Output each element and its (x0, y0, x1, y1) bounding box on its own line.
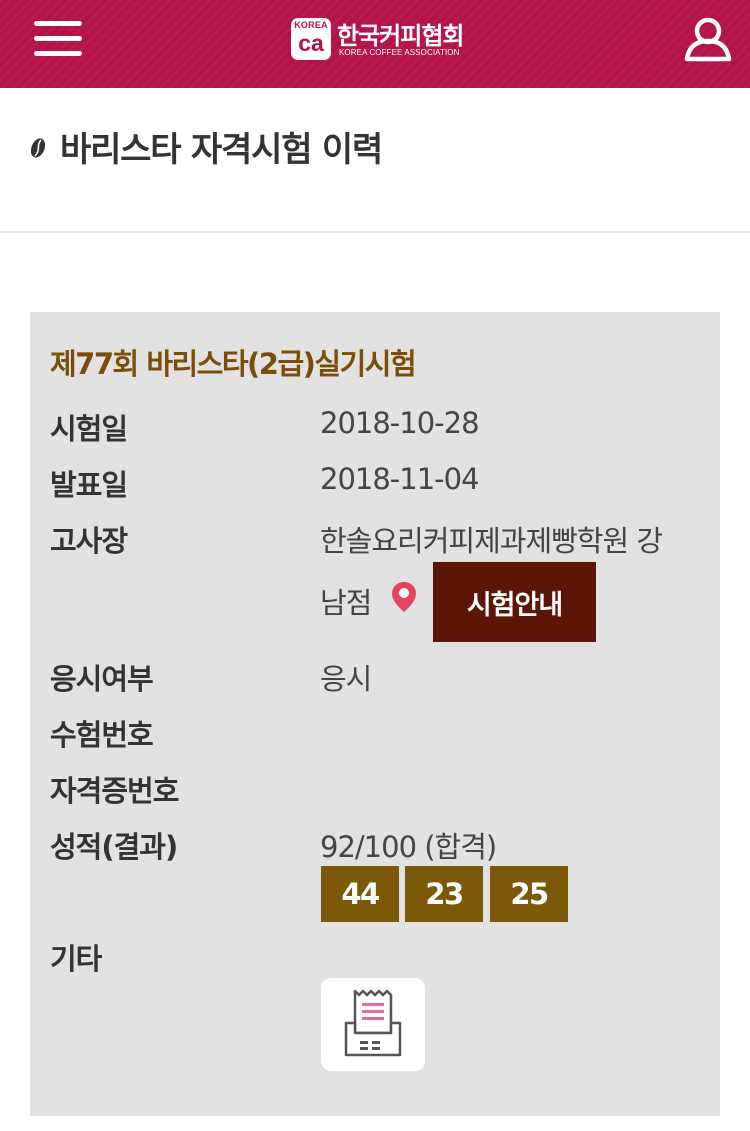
menu-line (34, 51, 82, 56)
page-title: 바리스타 자격시험 이력 (60, 130, 383, 170)
score-box-1: 44 (321, 866, 399, 922)
menu-line (34, 21, 82, 26)
announce-date-label: 발표일 (50, 468, 128, 502)
exam-guide-button[interactable]: 시험안내 (433, 562, 596, 642)
top-navigation-bar: KOREA ca 한국커피협회 KOREA COFFEE ASSOCIATION (0, 0, 750, 88)
exam-number-label: 수험번호 (50, 718, 154, 752)
result-value: 92/100 (합격) (320, 830, 497, 864)
logo-mark: KOREA ca (291, 18, 331, 60)
exam-history-card: 제77회 바리스타(2급)실기시험 시험일 2018-10-28 발표일 201… (30, 312, 720, 1116)
hamburger-menu-icon[interactable] (34, 21, 82, 57)
logo-mark-top-text: KOREA (294, 20, 328, 30)
venue-value-line1: 한솔요리커피제과제빵학원 강 (320, 524, 663, 558)
score-box-2: 23 (405, 866, 483, 922)
exam-date-label: 시험일 (50, 412, 128, 446)
etc-label: 기타 (50, 942, 102, 976)
logo-mark-main-text: ca (298, 30, 324, 56)
receipt-print-button[interactable] (321, 978, 425, 1071)
result-label: 성적(결과) (50, 830, 178, 864)
attendance-label: 응시여부 (50, 662, 154, 696)
menu-line (34, 36, 82, 41)
attendance-value: 응시 (320, 662, 372, 696)
cert-number-label: 자격증번호 (50, 774, 179, 808)
logo-name-english: KOREA COFFEE ASSOCIATION (339, 48, 460, 57)
user-icon[interactable] (684, 16, 732, 62)
logo-name-korean: 한국커피협회 (337, 22, 464, 50)
coffee-bean-icon (29, 136, 47, 164)
exam-title: 제77회 바리스타(2급)실기시험 (50, 347, 417, 381)
page-header: 바리스타 자격시험 이력 (0, 88, 750, 233)
score-box-3: 25 (490, 866, 568, 922)
venue-value-line2: 남점 (320, 586, 372, 620)
exam-date-value: 2018-10-28 (320, 406, 480, 440)
venue-label: 고사장 (50, 524, 128, 558)
map-pin-icon[interactable] (390, 580, 418, 618)
receipt-print-icon (344, 989, 402, 1057)
announce-date-value: 2018-11-04 (320, 462, 480, 496)
